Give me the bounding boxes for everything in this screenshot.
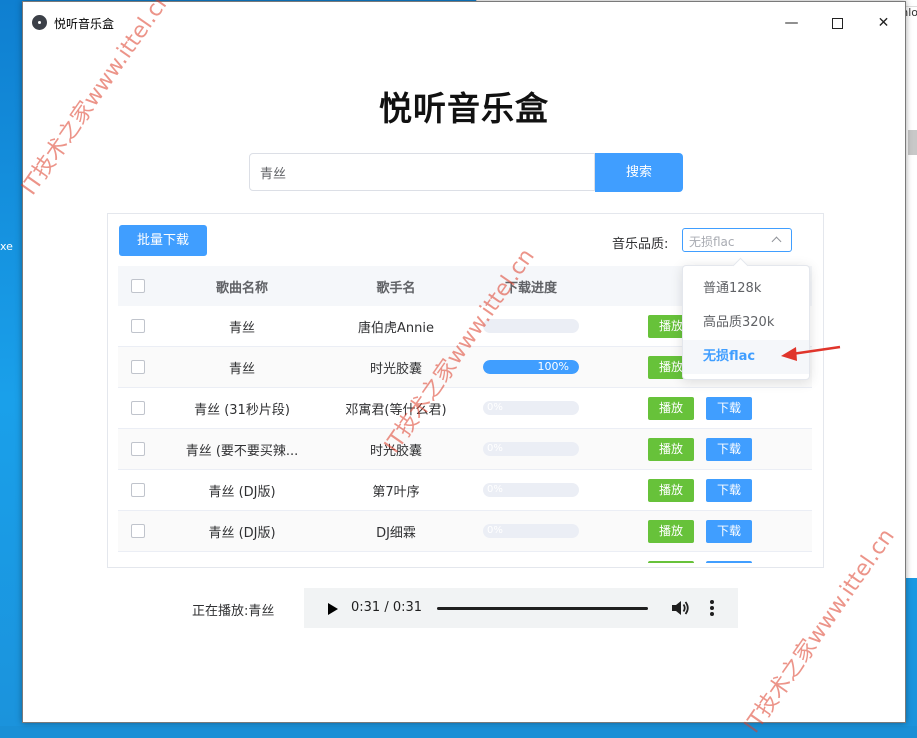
app-icon: [32, 15, 47, 30]
download-button[interactable]: 下载: [706, 479, 753, 502]
song-name: 青丝 (DJ版): [208, 525, 276, 541]
row-checkbox[interactable]: [131, 442, 145, 456]
song-name: 青丝 (31秒片段): [194, 402, 290, 418]
singer-name: 时光胶囊: [369, 361, 422, 377]
search-button[interactable]: 搜索: [595, 153, 683, 192]
download-button[interactable]: 下载: [706, 438, 753, 461]
volume-icon[interactable]: [670, 599, 690, 617]
singer-name: 第7叶序: [372, 484, 420, 500]
quality-select[interactable]: 无损flac: [682, 228, 792, 252]
singer-name: DJ细霖: [376, 525, 416, 541]
maximize-button[interactable]: [815, 10, 860, 36]
header-singer: 歌手名: [376, 280, 416, 296]
play-button[interactable]: 播放: [648, 438, 695, 461]
download-progress: 0%: [483, 524, 579, 538]
title-bar: 悦听音乐盒 — ✕: [23, 2, 905, 42]
download-button[interactable]: 下载: [706, 397, 753, 420]
song-name: 青丝 (要不要买辣...: [185, 443, 299, 459]
singer-name: 唐伯虎Annie: [358, 320, 434, 336]
close-button[interactable]: ✕: [861, 10, 906, 36]
download-button[interactable]: 下载: [706, 520, 753, 543]
play-button[interactable]: 播放: [648, 520, 695, 543]
download-progress: [483, 319, 579, 333]
row-checkbox[interactable]: [131, 319, 145, 333]
song-name: 青丝: [228, 361, 255, 377]
song-name: 青丝: [228, 320, 255, 336]
quality-select-value: 无损flac: [689, 235, 735, 249]
app-window: 悦听音乐盒 — ✕ 悦听音乐盒 搜索 批量下载 音乐品质: 无损flac 歌曲名…: [22, 1, 906, 723]
maximize-icon: [832, 17, 843, 29]
singer-name: [326, 552, 466, 563]
row-checkbox[interactable]: [131, 360, 145, 374]
row-checkbox[interactable]: [131, 524, 145, 538]
download-button[interactable]: 下载: [706, 561, 753, 563]
singer-name: 邓寓君(等什么君): [345, 402, 447, 418]
table-row: 青丝 (DJ版) DJ细霖 0% 播放 下载: [118, 511, 812, 552]
row-checkbox[interactable]: [131, 483, 145, 497]
quality-dropdown: 普通128k 高品质320k 无损flac: [682, 265, 810, 380]
quality-option-128k[interactable]: 普通128k: [683, 272, 809, 306]
quality-option-flac[interactable]: 无损flac: [683, 340, 809, 374]
now-playing-label: 正在播放:青丝: [192, 604, 275, 619]
audio-player: 0:31 / 0:31: [304, 588, 738, 628]
play-button[interactable]: 播放: [648, 479, 695, 502]
chevron-up-icon: [771, 236, 782, 247]
header-song-name: 歌曲名称: [215, 280, 268, 296]
download-progress: 0%: [483, 483, 579, 497]
window-title: 悦听音乐盒: [54, 17, 115, 31]
seek-slider[interactable]: [437, 607, 648, 610]
table-row: 青丝 (要不要买辣... 时光胶囊 0% 播放 下载: [118, 429, 812, 470]
play-button[interactable]: 播放: [648, 561, 695, 563]
download-progress: 0%: [483, 401, 579, 415]
header-progress: 下载进度: [504, 280, 557, 296]
search-input[interactable]: [249, 153, 595, 191]
page-title: 悦听音乐盒: [379, 89, 549, 128]
download-progress: 100%: [483, 360, 579, 374]
more-vert-icon[interactable]: [707, 600, 717, 617]
quality-option-320k[interactable]: 高品质320k: [683, 306, 809, 340]
play-button[interactable]: 播放: [648, 397, 695, 420]
table-row: 青丝 (31秒片段) 邓寓君(等什么君) 0% 播放 下载: [118, 388, 812, 429]
batch-download-button[interactable]: 批量下载: [119, 225, 207, 256]
quality-label: 音乐品质:: [612, 237, 669, 252]
background-scrollbar: [908, 130, 917, 155]
table-row: 青丝 (DJ版) 第7叶序 0% 播放 下载: [118, 470, 812, 511]
desktop-icon-label: xe: [0, 240, 13, 253]
download-progress: 0%: [483, 442, 579, 456]
select-all-checkbox[interactable]: [131, 279, 145, 293]
minimize-button[interactable]: —: [769, 10, 814, 36]
play-icon[interactable]: [328, 603, 338, 615]
player-time: 0:31 / 0:31: [351, 600, 423, 615]
table-row: 播放 下载: [118, 552, 812, 563]
singer-name: 时光胶囊: [369, 443, 422, 459]
row-checkbox[interactable]: [131, 401, 145, 415]
song-name: 青丝 (DJ版): [208, 484, 276, 500]
